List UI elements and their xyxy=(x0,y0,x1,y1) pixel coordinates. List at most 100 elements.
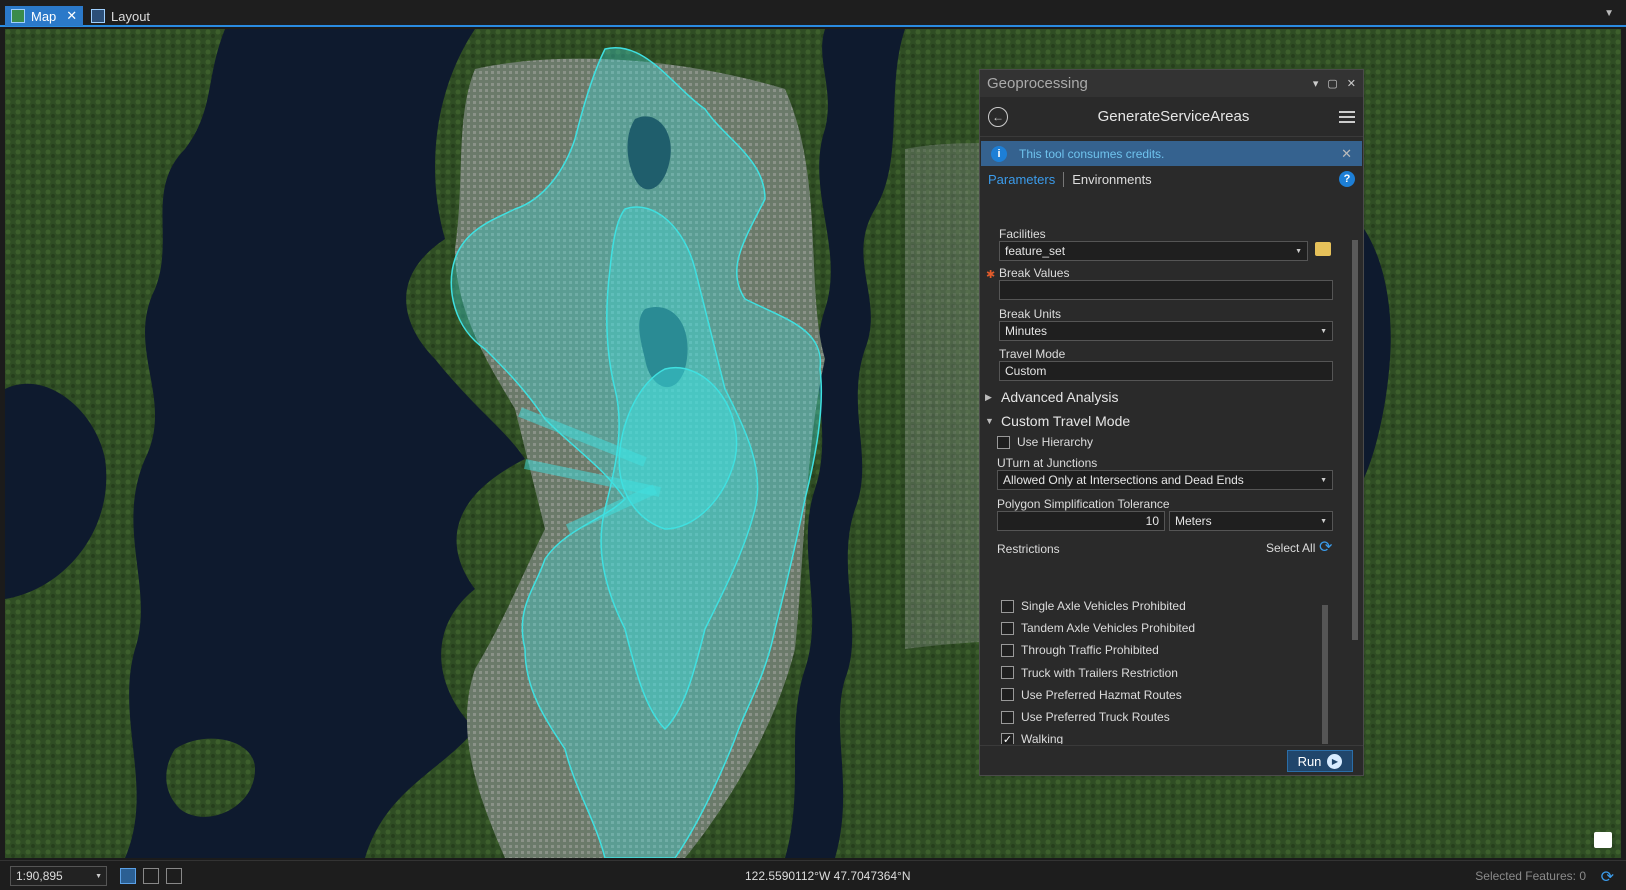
use-hierarchy-checkbox[interactable]: Use Hierarchy xyxy=(997,435,1093,449)
custom-travel-mode-section[interactable]: ▼ Custom Travel Mode xyxy=(985,413,1130,429)
checkbox[interactable] xyxy=(997,435,1010,449)
tab-divider xyxy=(1063,171,1065,187)
custom-travel-mode-label: Custom Travel Mode xyxy=(1001,413,1131,429)
tab-environments[interactable]: Environments xyxy=(1072,172,1339,187)
tab-map-label: Map xyxy=(31,8,57,24)
tab-map[interactable]: Map ✕ xyxy=(5,6,84,26)
chevron-down-icon: ▼ xyxy=(985,416,994,426)
uturn-value: Allowed Only at Intersections and Dead E… xyxy=(1003,473,1244,487)
checkbox[interactable] xyxy=(1001,599,1014,613)
add-features-icon[interactable] xyxy=(1315,242,1331,256)
restrictions-label: Restrictions xyxy=(997,542,1060,556)
pane-options-icon[interactable]: ▾ xyxy=(1313,77,1319,90)
break-values-label: Break Values xyxy=(999,266,1070,280)
checkbox[interactable] xyxy=(1001,643,1014,657)
restriction-item[interactable]: Truck with Trailers Restriction xyxy=(1001,666,1178,680)
chevron-down-icon: ▼ xyxy=(1295,248,1302,255)
restriction-label: Use Preferred Hazmat Routes xyxy=(1021,687,1182,702)
facilities-dropdown[interactable]: feature_set ▼ xyxy=(999,241,1308,261)
close-icon[interactable]: ✕ xyxy=(66,8,77,24)
menu-icon[interactable] xyxy=(1339,110,1355,123)
restriction-label: Truck with Trailers Restriction xyxy=(1021,665,1178,680)
back-arrow-icon[interactable]: ← xyxy=(988,106,1008,127)
tab-layout[interactable]: Layout xyxy=(85,6,156,26)
polygon-tolerance-unit: Meters xyxy=(1175,514,1212,528)
close-icon[interactable]: ✕ xyxy=(1341,146,1352,162)
map-canvas xyxy=(5,29,1621,858)
scrollbar-thumb[interactable] xyxy=(1322,605,1328,744)
restriction-item[interactable]: Use Preferred Truck Routes xyxy=(1001,710,1170,724)
tool-title: GenerateServiceAreas xyxy=(1097,108,1250,125)
facilities-value: feature_set xyxy=(1005,244,1066,258)
info-icon: i xyxy=(991,145,1007,162)
restriction-label: Through Traffic Prohibited xyxy=(1021,643,1159,658)
restrictions-scrollbar[interactable] xyxy=(1320,593,1330,744)
maximize-icon[interactable]: ▢ xyxy=(1327,77,1337,90)
grid-icon[interactable] xyxy=(166,868,182,884)
restriction-item[interactable]: ✓ Walking xyxy=(1001,732,1063,744)
restriction-item[interactable]: Tandem Axle Vehicles Prohibited xyxy=(1001,621,1195,635)
required-asterisk: ✱ xyxy=(986,269,996,281)
break-units-value: Minutes xyxy=(1005,324,1048,338)
travel-mode-value: Custom xyxy=(1005,364,1047,378)
restriction-item[interactable]: Single Axle Vehicles Prohibited xyxy=(1001,599,1186,613)
credits-message: This tool consumes credits. xyxy=(1019,146,1165,161)
chevron-down-icon: ▼ xyxy=(1320,328,1327,335)
advanced-analysis-label: Advanced Analysis xyxy=(1001,389,1119,405)
checkbox[interactable] xyxy=(1001,621,1014,635)
refresh-icon[interactable]: ⟳ xyxy=(1601,867,1614,887)
checkbox[interactable] xyxy=(1001,666,1014,680)
snapping-icon[interactable] xyxy=(143,868,159,884)
polygon-tolerance-input[interactable]: 10 xyxy=(997,511,1165,531)
uturn-dropdown[interactable]: Allowed Only at Intersections and Dead E… xyxy=(997,470,1333,490)
chevron-down-icon[interactable]: ▼ xyxy=(1604,8,1614,19)
checkbox-checked[interactable]: ✓ xyxy=(1001,732,1014,744)
chevron-down-icon: ▼ xyxy=(1320,518,1327,525)
checkbox[interactable] xyxy=(1001,688,1014,702)
scale-dropdown[interactable]: 1:90,895 ▼ xyxy=(10,866,107,886)
facilities-label: Facilities xyxy=(999,227,1046,241)
pane-title: Geoprocessing xyxy=(987,75,1088,92)
advanced-analysis-section[interactable]: ▶ Advanced Analysis xyxy=(985,389,1119,405)
restriction-label: Tandem Axle Vehicles Prohibited xyxy=(1021,621,1196,636)
restriction-label: Walking xyxy=(1021,732,1064,744)
break-units-dropdown[interactable]: Minutes ▼ xyxy=(999,321,1333,341)
restriction-label: Use Preferred Truck Routes xyxy=(1021,710,1170,724)
tab-layout-label: Layout xyxy=(111,8,151,24)
pane-titlebar[interactable]: Geoprocessing ▾ ▢ ✕ xyxy=(980,70,1363,97)
coordinates-readout: 122.5590112°W 47.7047364°N xyxy=(745,869,911,883)
play-icon: ▶ xyxy=(1327,753,1343,769)
break-values-input[interactable] xyxy=(999,280,1333,300)
status-bar: 1:90,895 ▼ 122.5590112°W 47.7047364°N Se… xyxy=(0,860,1626,890)
travel-mode-dropdown[interactable]: Custom xyxy=(999,361,1333,381)
restriction-item[interactable]: Through Traffic Prohibited xyxy=(1001,643,1159,657)
refresh-icon[interactable]: ⟳ xyxy=(1319,537,1332,557)
view-tab-bar: Map ✕ Layout ▼ xyxy=(0,0,1626,27)
fixed-zoom-icon[interactable] xyxy=(120,868,136,884)
run-label: Run xyxy=(1297,753,1322,769)
help-icon[interactable]: ? xyxy=(1339,171,1355,187)
credits-info-bar: i This tool consumes credits. ✕ xyxy=(981,141,1362,166)
tab-parameters[interactable]: Parameters xyxy=(988,172,1055,187)
select-all-link[interactable]: Select All xyxy=(1266,541,1315,555)
polygon-tolerance-unit-dropdown[interactable]: Meters ▼ xyxy=(1169,511,1333,531)
scale-value: 1:90,895 xyxy=(16,869,63,883)
pane-footer: Run ▶ xyxy=(980,745,1363,775)
close-icon[interactable]: ✕ xyxy=(1347,77,1356,90)
run-button[interactable]: Run ▶ xyxy=(1287,750,1353,772)
chevron-right-icon: ▶ xyxy=(985,391,992,402)
pane-scrollbar[interactable] xyxy=(1351,228,1359,748)
parameters-panel: Facilities feature_set ▼ ✱ Break Values … xyxy=(980,220,1344,744)
scrollbar-thumb[interactable] xyxy=(1352,240,1358,640)
use-hierarchy-label: Use Hierarchy xyxy=(1017,435,1094,449)
map-icon xyxy=(11,9,25,23)
map-view[interactable] xyxy=(5,29,1621,858)
restriction-item[interactable]: Use Preferred Hazmat Routes xyxy=(1001,688,1182,702)
selected-features-count: Selected Features: 0 xyxy=(1475,869,1586,883)
notification-icon[interactable] xyxy=(1594,832,1612,848)
polygon-tolerance-label: Polygon Simplification Tolerance xyxy=(997,497,1170,511)
checkbox[interactable] xyxy=(1001,710,1014,724)
restriction-label: Single Axle Vehicles Prohibited xyxy=(1021,599,1186,613)
layout-icon xyxy=(91,9,105,23)
polygon-tolerance-value: 10 xyxy=(1145,514,1159,528)
